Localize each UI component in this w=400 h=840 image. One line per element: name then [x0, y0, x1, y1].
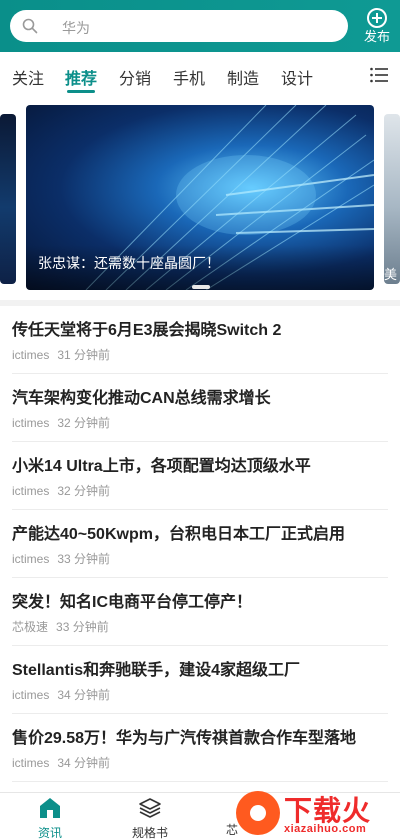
banner-slide[interactable]: 张忠谋：还需数十座晶圆厂！ [26, 105, 374, 290]
publish-button[interactable]: 发布 [358, 6, 396, 48]
news-meta: 芯极速 33 分钟前 [12, 618, 109, 635]
news-source: 芯极速 [12, 620, 49, 634]
news-item[interactable]: 售价29.58万！华为与广汽传祺首款合作车型落地 ictimes 34 分钟前 [12, 714, 388, 782]
flame-logo-icon [236, 791, 280, 835]
news-meta: ictimes 31 分钟前 [12, 346, 110, 363]
publish-label: 发布 [363, 29, 390, 44]
news-title: 售价29.58万！华为与广汽传祺首款合作车型落地 [12, 730, 357, 747]
bottom-nav: 资讯 规格书 芯 下载火 xiazaihuo.com [0, 791, 400, 840]
news-meta: ictimes 32 分钟前 [12, 414, 110, 431]
news-item[interactable]: 产能达40~50Kwpm，台积电日本工厂正式启用 ictimes 33 分钟前 [12, 510, 388, 578]
news-meta: ictimes 34 分钟前 [12, 686, 110, 703]
nav-news-label: 资讯 [37, 826, 62, 840]
nav-datasheet[interactable]: 规格书 [128, 797, 172, 840]
news-title: 汽车架构变化推动CAN总线需求增长 [12, 390, 271, 407]
news-source: ictimes [12, 552, 50, 566]
news-meta: ictimes 34 分钟前 [12, 754, 110, 771]
watermark-logo: 下载火 xiazaihuo.com [234, 785, 400, 840]
news-time: 34 分钟前 [57, 688, 111, 702]
search-input[interactable]: 华为 [10, 10, 348, 42]
news-time: 32 分钟前 [57, 416, 111, 430]
news-title: 传任天堂将于6月E3展会揭晓Switch 2 [12, 322, 282, 339]
banner-prev-card[interactable] [0, 114, 16, 284]
news-title: 小米14 Ultra上市，各项配置均达顶级水平 [12, 458, 311, 475]
news-time: 31 分钟前 [57, 348, 111, 362]
search-placeholder: 华为 [62, 20, 90, 36]
news-time: 34 分钟前 [57, 756, 111, 770]
menu-icon[interactable] [370, 67, 388, 83]
news-item[interactable]: 小米14 Ultra上市，各项配置均达顶级水平 ictimes 32 分钟前 [12, 442, 388, 510]
banner-carousel: 张忠谋：还需数十座晶圆厂！ 美 [0, 98, 400, 300]
news-item[interactable]: Stellantis和奔驰联手，建设4家超级工厂 ictimes 34 分钟前 [12, 646, 388, 714]
banner-next-card[interactable]: 美 [384, 114, 400, 284]
active-tab-indicator [67, 90, 95, 93]
news-time: 32 分钟前 [57, 484, 111, 498]
news-list: 传任天堂将于6月E3展会揭晓Switch 2 ictimes 31 分钟前 汽车架… [0, 306, 400, 792]
news-item[interactable]: 传任天堂将于6月E3展会揭晓Switch 2 ictimes 31 分钟前 [12, 306, 388, 374]
news-title: Stellantis和奔驰联手，建设4家超级工厂 [12, 662, 301, 679]
carousel-indicator [192, 285, 210, 289]
news-meta: ictimes 33 分钟前 [12, 550, 110, 567]
news-title: 突发！知名IC电商平台停工停产！ [12, 594, 253, 611]
tab-recommend[interactable]: 推荐 [65, 65, 97, 89]
news-source: ictimes [12, 688, 50, 702]
search-icon [22, 18, 38, 34]
tab-design[interactable]: 设计 [281, 65, 313, 89]
nav-datasheet-label: 规格书 [131, 826, 168, 840]
home-icon [40, 798, 60, 818]
tab-phone[interactable]: 手机 [173, 65, 205, 89]
news-title: 产能达40~50Kwpm，台积电日本工厂正式启用 [12, 526, 345, 543]
news-item[interactable]: 突发！知名IC电商平台停工停产！ 芯极速 33 分钟前 [12, 578, 388, 646]
news-source: ictimes [12, 484, 50, 498]
nav-news[interactable]: 资讯 [36, 797, 64, 840]
category-tabs: 关注 推荐 分销 手机 制造 设计 [0, 52, 400, 98]
news-meta: ictimes 32 分钟前 [12, 482, 110, 499]
tab-follow[interactable]: 关注 [12, 65, 44, 89]
news-time: 33 分钟前 [56, 620, 109, 634]
layers-icon [139, 798, 161, 818]
news-source: ictimes [12, 348, 50, 362]
news-source: ictimes [12, 756, 50, 770]
banner-next-caption: 美 [384, 267, 398, 282]
news-source: ictimes [12, 416, 50, 430]
news-time: 33 分钟前 [57, 552, 111, 566]
tab-distribution[interactable]: 分销 [119, 65, 151, 89]
news-item[interactable]: 汽车架构变化推动CAN总线需求增长 ictimes 32 分钟前 [12, 374, 388, 442]
watermark-domain: xiazaihuo.com [284, 823, 367, 835]
tab-manufacturing[interactable]: 制造 [227, 65, 259, 89]
plus-circle-icon [367, 8, 387, 28]
banner-caption: 张忠谋：还需数十座晶圆厂！ [38, 255, 220, 271]
top-bar: 华为 发布 [0, 0, 400, 52]
